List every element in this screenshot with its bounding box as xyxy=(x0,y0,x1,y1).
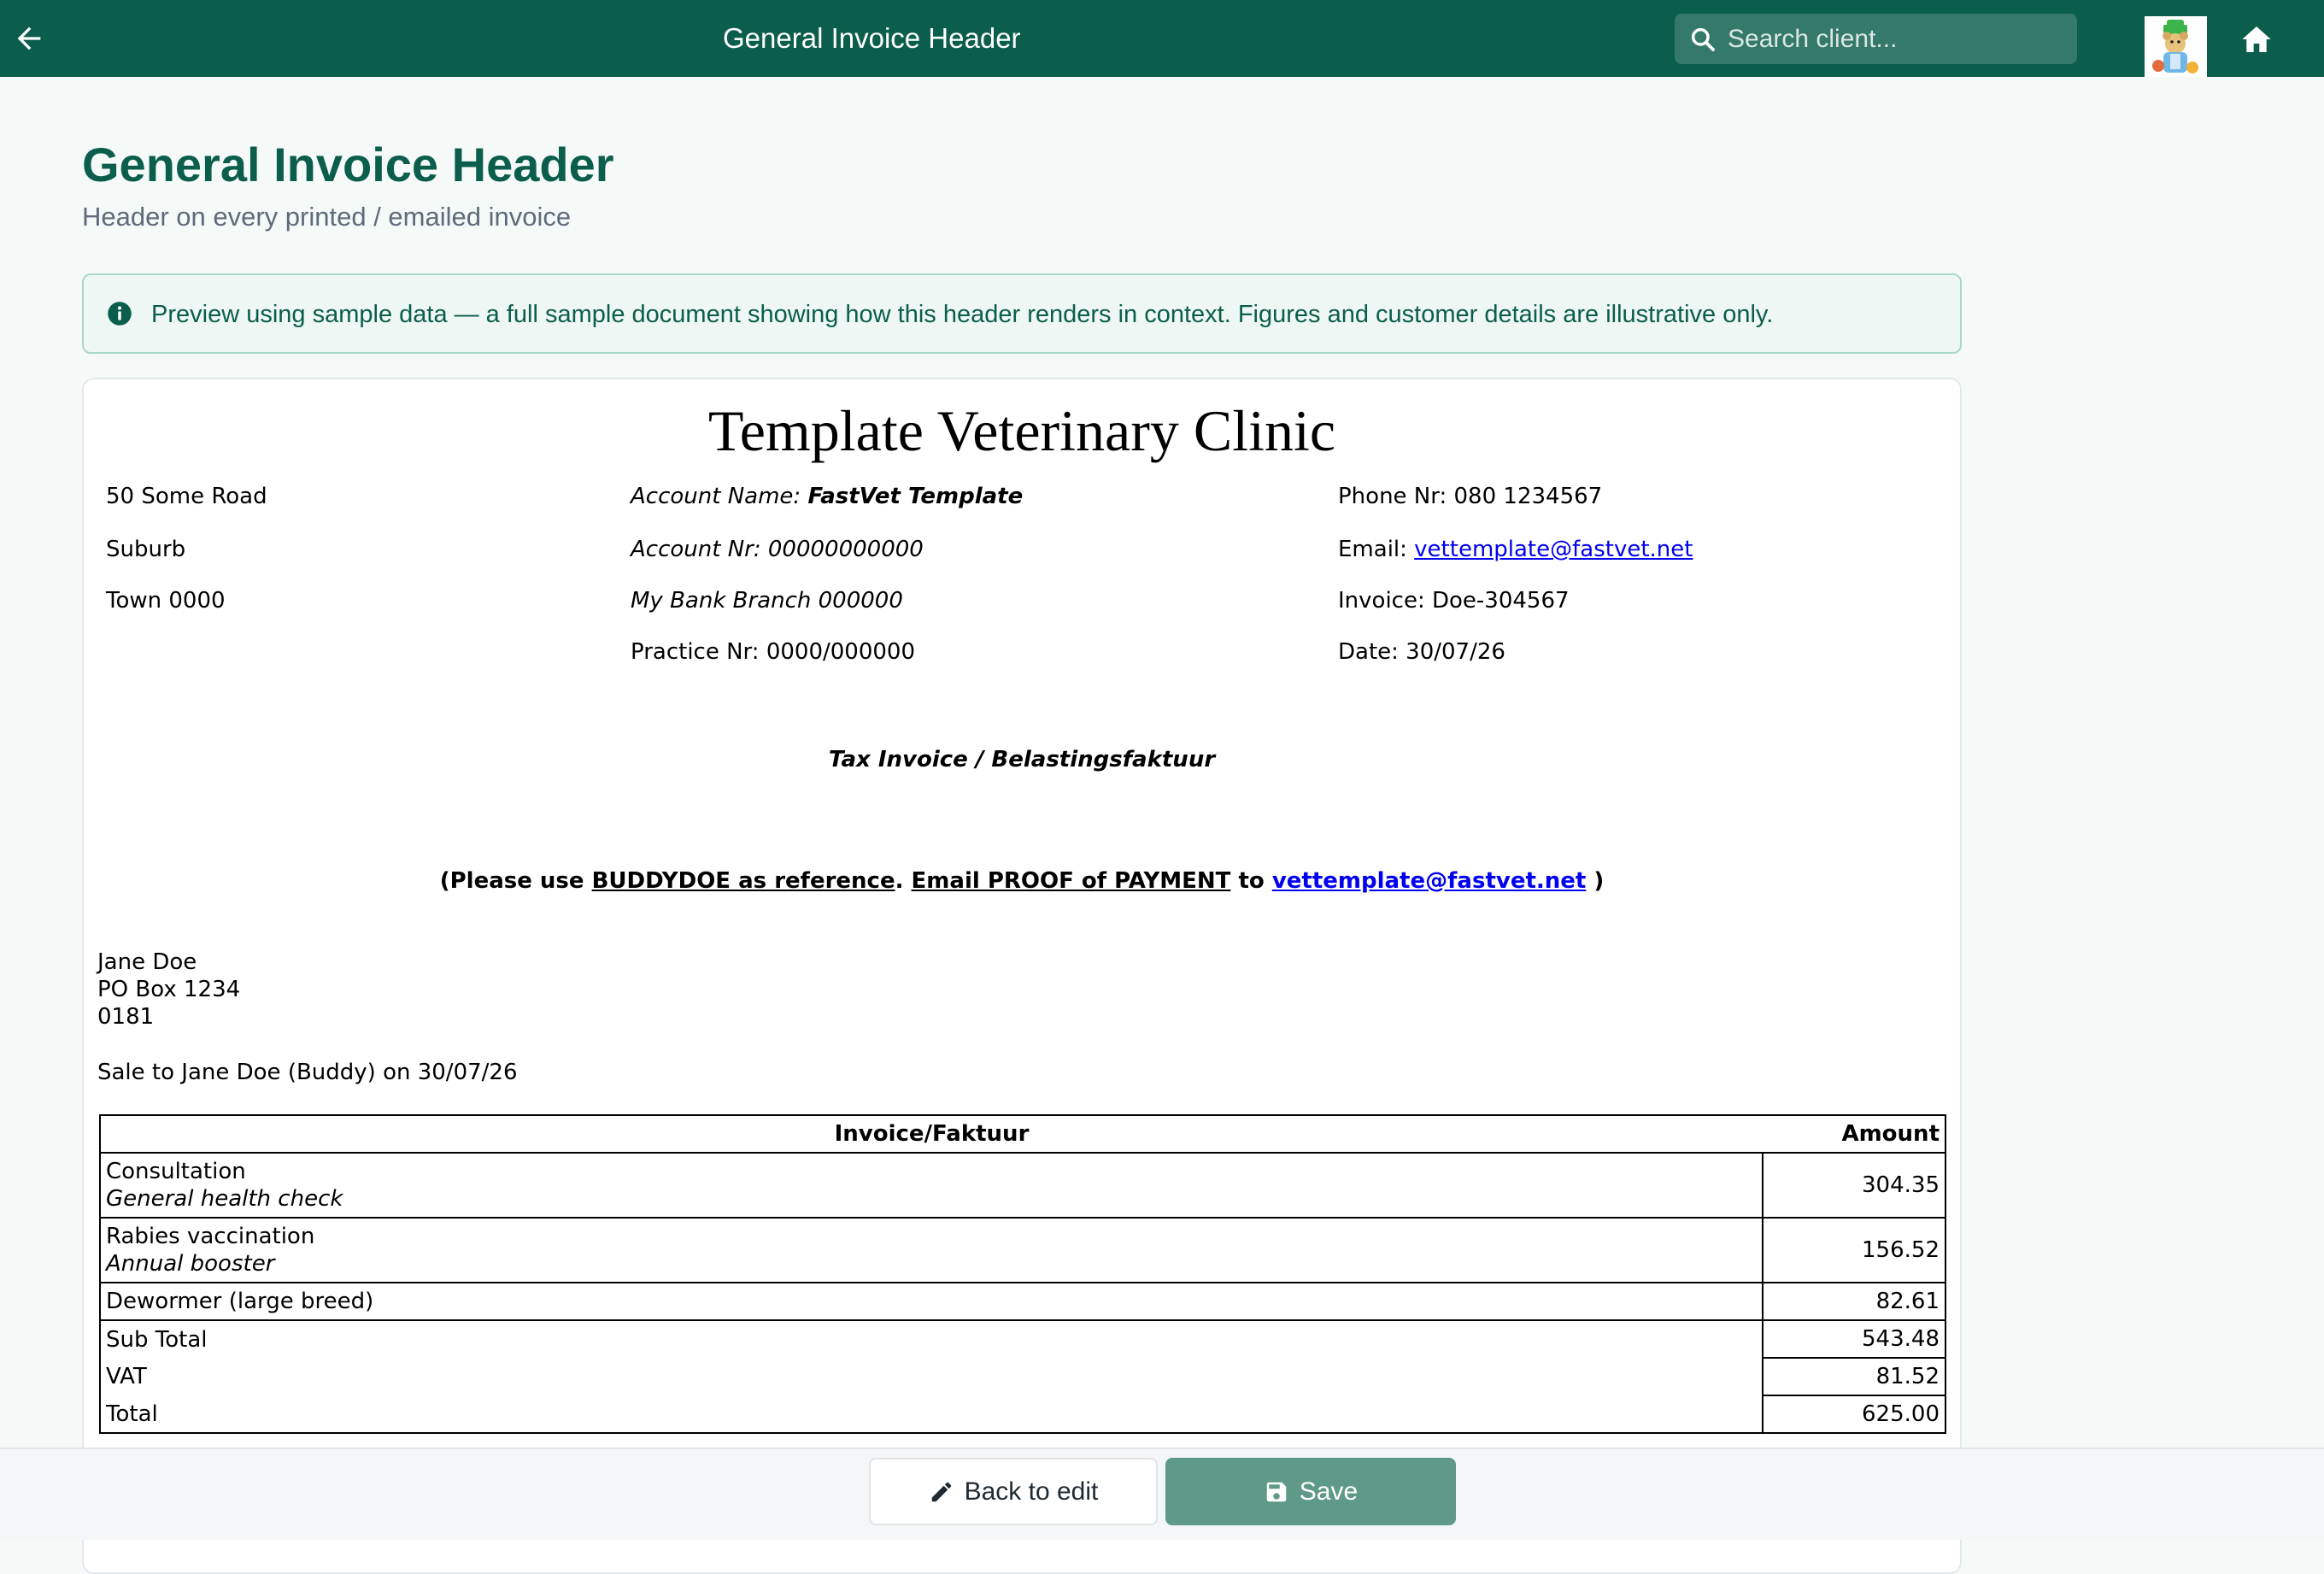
table-header-row: Invoice/Faktuur Amount xyxy=(99,1114,1946,1154)
top-bar: General Invoice Header xyxy=(0,0,2324,77)
floppy-disk-icon xyxy=(1266,1482,1287,1501)
account-number: Account Nr: 00000000000 xyxy=(631,537,924,562)
client-name: Jane Doe xyxy=(97,949,197,975)
app-bar-title: General Invoice Header xyxy=(723,22,1021,54)
bank-branch: My Bank Branch 000000 xyxy=(631,588,903,614)
line-item-amount: 156.52 xyxy=(1762,1217,1946,1283)
client-po-box: PO Box 1234 xyxy=(97,977,241,1002)
invoice-number: Invoice: Doe-304567 xyxy=(1338,588,1570,614)
line-item-description: Consultation General health check xyxy=(99,1152,1764,1219)
phone-number: Phone Nr: 080 1234567 xyxy=(1338,484,1603,509)
line-item-detail: Annual booster xyxy=(106,1251,275,1277)
vat-amount: 81.52 xyxy=(1762,1357,1946,1396)
invoice-preview: Template Veterinary Clinic 50 Some Road … xyxy=(82,378,1962,1574)
email-line: Email: vettemplate@fastvet.net xyxy=(1338,535,1693,564)
email-proof-text: Email PROOF of PAYMENT xyxy=(911,868,1231,894)
save-label: Save xyxy=(1299,1477,1359,1506)
invoice-table: Invoice/Faktuur Amount Consultation Gene… xyxy=(99,1114,1946,1434)
table-row: Rabies vaccination Annual booster 156.52 xyxy=(99,1217,1946,1283)
search-input[interactable] xyxy=(1728,14,2065,64)
reference-email-link[interactable]: vettemplate@fastvet.net xyxy=(1272,868,1587,894)
info-icon xyxy=(108,302,132,326)
ref-open: (Please use xyxy=(439,868,592,894)
ref-sep: . xyxy=(895,868,912,894)
back-to-edit-button[interactable]: Back to edit xyxy=(869,1458,1158,1525)
email-label: Email: xyxy=(1338,537,1415,562)
back-button[interactable] xyxy=(12,21,46,56)
client-address: Jane Doe PO Box 1234 0181 xyxy=(97,949,240,1031)
table-row: Consultation General health check 304.35 xyxy=(99,1152,1946,1219)
invoice-date: Date: 30/07/26 xyxy=(1338,639,1505,665)
page-title: General Invoice Header xyxy=(82,138,614,191)
subtotal-amount: 543.48 xyxy=(1762,1319,1946,1359)
line-item-description: Dewormer (large breed) xyxy=(99,1282,1764,1321)
home-button[interactable] xyxy=(2239,22,2274,56)
arrow-left-icon xyxy=(17,26,41,50)
save-button[interactable]: Save xyxy=(1165,1458,1456,1525)
sale-description: Sale to Jane Doe (Buddy) on 30/07/26 xyxy=(97,1060,518,1085)
ref-to: to xyxy=(1230,868,1272,894)
page-subtitle: Header on every printed / emailed invoic… xyxy=(82,202,572,232)
line-item-description: Rabies vaccination Annual booster xyxy=(99,1217,1764,1283)
account-name-value: FastVet Template xyxy=(807,484,1024,509)
email-link[interactable]: vettemplate@fastvet.net xyxy=(1414,537,1693,562)
line-item-name: Rabies vaccination xyxy=(106,1224,315,1249)
practice-number: Practice Nr: 0000/000000 xyxy=(631,639,915,665)
client-search[interactable] xyxy=(1675,14,2077,64)
line-item-name: Consultation xyxy=(106,1159,246,1184)
total-row: Total 625.00 xyxy=(99,1395,1946,1434)
line-item-amount: 82.61 xyxy=(1762,1282,1946,1321)
client-postal-code: 0181 xyxy=(97,1004,155,1030)
address-line-1: 50 Some Road xyxy=(106,484,267,509)
ref-close: ) xyxy=(1586,868,1605,894)
account-name-label: Account Name: xyxy=(631,484,808,509)
payment-reference-line: (Please use BUDDYDOE as reference. Email… xyxy=(84,866,1960,896)
vat-label: VAT xyxy=(99,1358,1764,1395)
vat-row: VAT 81.52 xyxy=(99,1357,1946,1396)
total-label: Total xyxy=(99,1395,1764,1434)
subtotal-row: Sub Total 543.48 xyxy=(99,1319,1946,1359)
info-banner-text: Preview using sample data — a full sampl… xyxy=(151,301,1774,328)
column-header-description: Invoice/Faktuur xyxy=(99,1114,1763,1154)
clinic-name: Template Veterinary Clinic xyxy=(707,398,1336,463)
subtotal-label: Sub Total xyxy=(99,1319,1764,1358)
column-header-amount: Amount xyxy=(1763,1114,1946,1154)
vet-mascot-logo-icon xyxy=(2152,20,2198,73)
line-item-amount: 304.35 xyxy=(1762,1152,1946,1219)
home-icon xyxy=(2242,26,2271,52)
document-type-title: Tax Invoice / Belastingsfaktuur xyxy=(828,747,1216,772)
address-line-2: Suburb xyxy=(106,537,186,562)
account-name: Account Name: FastVet Template xyxy=(631,482,1023,511)
address-line-3: Town 0000 xyxy=(106,588,226,614)
line-item-name: Dewormer (large breed) xyxy=(106,1289,374,1314)
back-to-edit-label: Back to edit xyxy=(964,1477,1099,1506)
table-row: Dewormer (large breed) 82.61 xyxy=(99,1282,1946,1321)
search-icon xyxy=(1691,27,1715,51)
clinic-logo xyxy=(2145,16,2207,77)
pencil-icon xyxy=(931,1482,951,1501)
preview-info-banner: Preview using sample data — a full sampl… xyxy=(82,273,1962,354)
line-item-detail: General health check xyxy=(106,1186,343,1212)
total-amount: 625.00 xyxy=(1762,1395,1946,1434)
payment-reference: BUDDYDOE as reference xyxy=(591,868,895,894)
bottom-action-bar: Back to edit Save xyxy=(0,1448,2324,1540)
